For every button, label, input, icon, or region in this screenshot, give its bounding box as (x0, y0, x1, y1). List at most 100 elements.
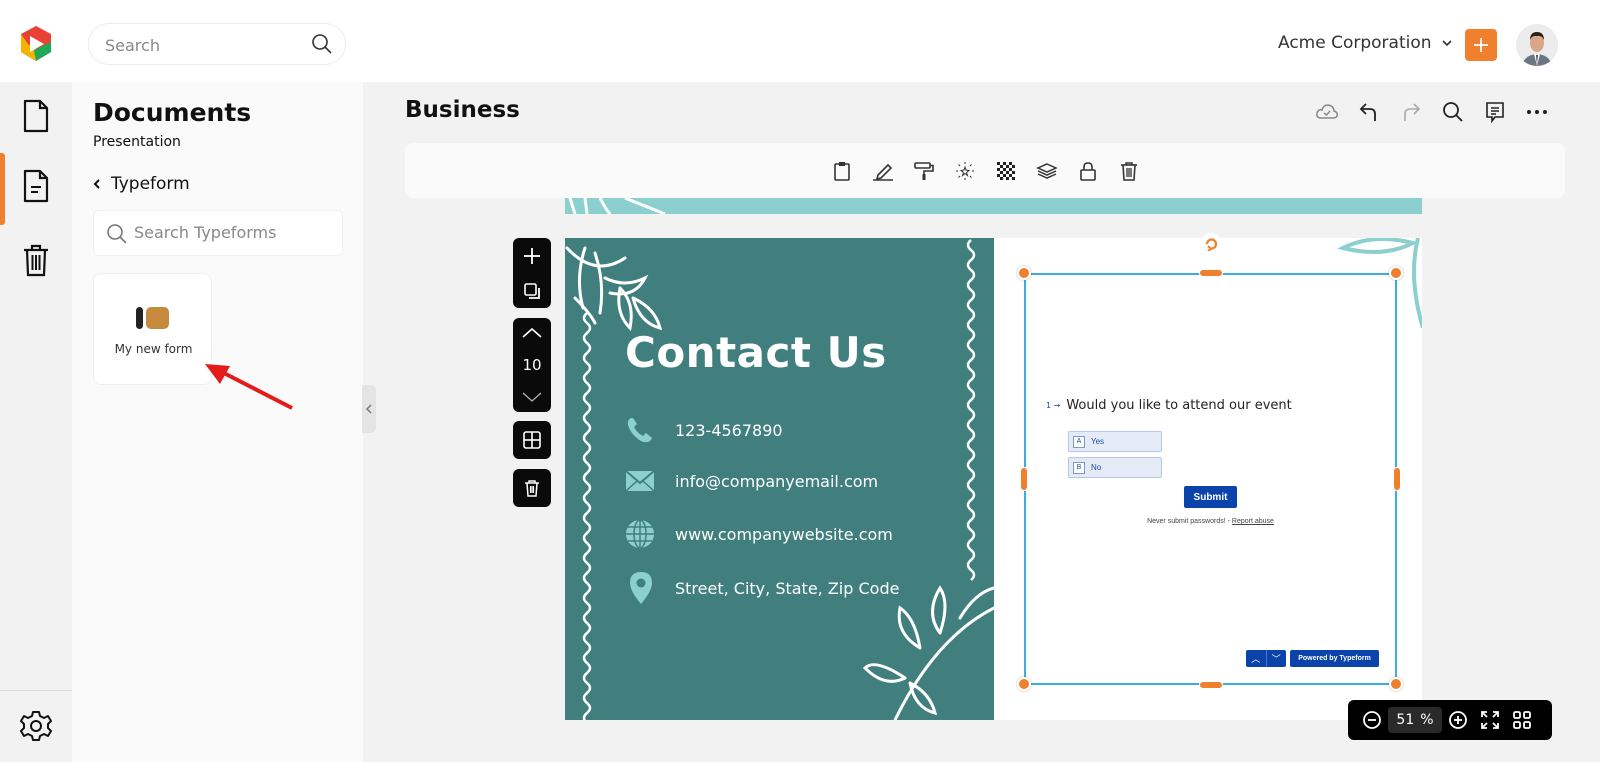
user-avatar[interactable] (1516, 24, 1558, 66)
rail-item-trash[interactable] (0, 230, 72, 290)
cloud-saved-icon (1316, 104, 1338, 119)
paste-button[interactable] (821, 156, 862, 186)
resize-handle-bottom[interactable] (1199, 681, 1223, 689)
typeform-icon (136, 307, 169, 329)
contact-phone-text: 123-4567890 (675, 420, 783, 440)
resize-handle-top[interactable] (1199, 269, 1223, 277)
add-duplicate-group (513, 238, 551, 308)
trash-icon (24, 244, 48, 277)
paint-roller-icon (913, 161, 934, 180)
rotate-icon (1205, 238, 1218, 251)
comments-button[interactable] (1474, 98, 1516, 126)
contact-website: www.companywebsite.com (625, 519, 893, 549)
resize-handle-top-right[interactable] (1389, 266, 1403, 280)
resize-handle-left[interactable] (1020, 467, 1028, 491)
form-card[interactable]: My new form (93, 273, 212, 385)
typeform-search-input[interactable] (134, 223, 334, 242)
search-icon (1443, 102, 1463, 122)
app-logo[interactable] (16, 24, 56, 64)
header-actions (1306, 98, 1558, 126)
contact-email: info@companyemail.com (625, 470, 878, 492)
effects-button[interactable] (944, 156, 985, 186)
settings-button[interactable] (0, 696, 72, 756)
format-painter-button[interactable] (903, 156, 944, 186)
cloud-saved-button[interactable] (1306, 98, 1348, 126)
rail-item-pages[interactable] (0, 156, 72, 216)
minus-circle-icon (1363, 711, 1381, 729)
resize-handle-bottom-left[interactable] (1017, 677, 1031, 691)
search-icon (107, 224, 127, 244)
resize-handle-right[interactable] (1393, 467, 1401, 491)
organization-selector[interactable]: Acme Corporation (1278, 33, 1452, 53)
undo-button[interactable] (1348, 98, 1390, 126)
sparkle-icon (955, 161, 974, 180)
contact-panel: Contact Us 123-4567890 info@companyemail… (565, 238, 994, 720)
grid-view-button[interactable] (1506, 706, 1538, 734)
avatar-image (1516, 24, 1558, 66)
redo-button[interactable] (1390, 98, 1432, 126)
more-button[interactable] (1516, 98, 1558, 126)
trash-icon (525, 480, 539, 497)
add-button[interactable] (1465, 29, 1497, 61)
back-label: Typeform (111, 174, 190, 194)
chevron-down-icon[interactable] (521, 391, 543, 403)
grid-view-button[interactable] (513, 421, 551, 459)
selection-box (1024, 273, 1397, 685)
back-to-typeform[interactable]: Typeform (93, 174, 190, 194)
document-title: Business (405, 97, 520, 123)
contact-address-text: Street, City, State, Zip Code (675, 578, 900, 598)
global-search[interactable] (88, 23, 346, 65)
delete-slide-button[interactable] (513, 469, 551, 507)
clipboard-icon (833, 161, 850, 181)
zoom-level[interactable]: 51 % (1388, 707, 1442, 733)
comment-icon (1486, 102, 1504, 123)
page-number: 10 (522, 355, 542, 374)
file-text-icon (23, 169, 49, 203)
fit-screen-button[interactable] (1474, 706, 1506, 734)
typeform-search[interactable] (93, 210, 343, 256)
file-icon (23, 99, 49, 133)
redo-icon (1404, 103, 1421, 121)
resize-handle-top-left[interactable] (1017, 266, 1031, 280)
grid-icon (523, 431, 541, 449)
duplicate-icon[interactable] (523, 282, 541, 300)
edit-button[interactable] (862, 156, 903, 186)
leaf-decoration (568, 198, 666, 214)
annotation-arrow (205, 364, 293, 410)
collapse-panel-button[interactable] (362, 385, 376, 433)
delete-button[interactable] (1108, 156, 1149, 186)
chevron-up-icon[interactable] (521, 327, 543, 339)
pencil-icon (872, 163, 893, 181)
documents-panel: Documents Presentation Typeform My new f… (72, 82, 363, 762)
search-icon[interactable] (311, 33, 333, 55)
find-button[interactable] (1432, 98, 1474, 126)
rotate-handle[interactable] (1200, 233, 1222, 255)
panel-title: Documents (93, 98, 252, 127)
mail-icon (625, 470, 655, 492)
chevron-left-icon (366, 404, 372, 414)
rail-item-documents[interactable] (0, 86, 72, 146)
contact-email-text: info@companyemail.com (675, 471, 879, 491)
zoom-out-button[interactable] (1356, 706, 1388, 734)
contact-phone: 123-4567890 (625, 415, 783, 445)
organization-name: Acme Corporation (1278, 33, 1432, 53)
grid-icon (1513, 711, 1531, 729)
lock-button[interactable] (1067, 156, 1108, 186)
zoom-in-button[interactable] (1442, 706, 1474, 734)
gear-icon (20, 711, 52, 741)
plus-circle-icon (1449, 711, 1467, 729)
transparency-button[interactable] (985, 156, 1026, 186)
layers-button[interactable] (1026, 156, 1067, 186)
resize-handle-bottom-right[interactable] (1389, 677, 1403, 691)
lock-icon (1079, 161, 1096, 181)
previous-slide[interactable] (565, 198, 1422, 214)
form-card-label: My new form (114, 342, 193, 356)
location-pin-icon (630, 572, 652, 604)
page-navigator: 10 (513, 318, 551, 412)
top-bar: Acme Corporation (0, 0, 1600, 82)
search-input[interactable] (105, 34, 295, 56)
plus-icon[interactable] (522, 246, 542, 266)
icon-rail (0, 82, 72, 762)
chevron-down-icon (1441, 40, 1452, 47)
element-toolbar (405, 143, 1565, 198)
